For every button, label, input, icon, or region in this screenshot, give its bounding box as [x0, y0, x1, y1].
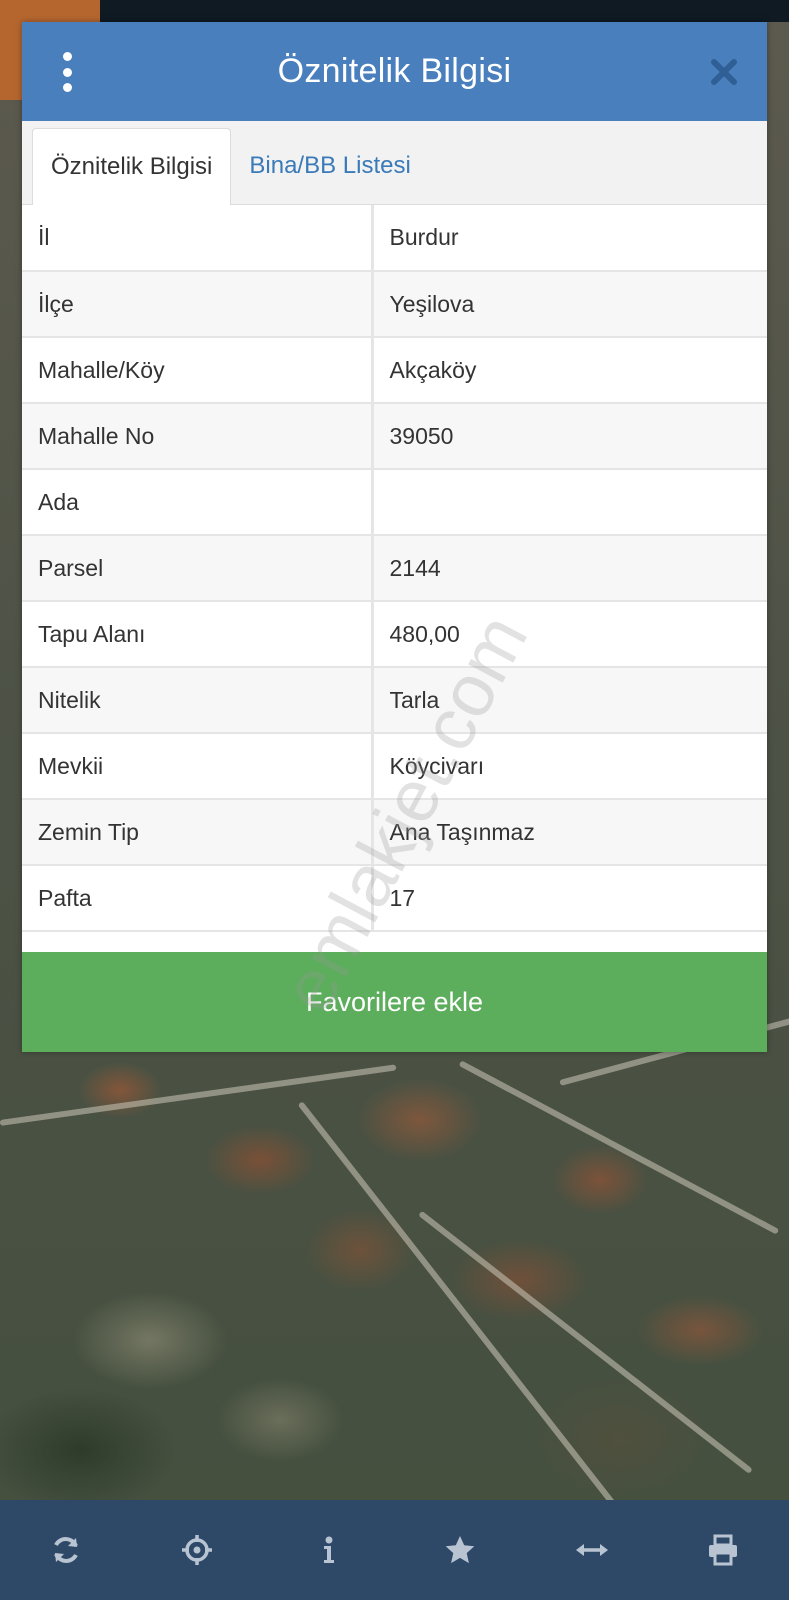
attribute-value: Ana Taşınmaz: [372, 799, 767, 866]
table-row: İlçe Yeşilova: [22, 271, 767, 338]
star-icon[interactable]: [430, 1520, 490, 1580]
attribute-key: Ada: [22, 469, 374, 536]
attribute-value: 480,00: [372, 601, 767, 668]
attribute-value: Akçaköy: [372, 337, 767, 404]
table-row: Parsel 2144: [22, 535, 767, 602]
refresh-icon[interactable]: [36, 1520, 96, 1580]
map-road: [297, 1101, 623, 1500]
table-row: Tapu Alanı 480,00: [22, 601, 767, 668]
attribute-value: Burdur: [372, 205, 767, 272]
table-row: Mevkii Köycivarı: [22, 733, 767, 800]
map-road: [418, 1210, 753, 1474]
attribute-key: Mahalle No: [22, 403, 374, 470]
attribute-table: İl Burdur İlçe Yeşilova Mahalle/Köy Akça…: [22, 205, 767, 932]
table-row: Nitelik Tarla: [22, 667, 767, 734]
attribute-value: Tarla: [372, 667, 767, 734]
more-vertical-icon[interactable]: [56, 52, 78, 92]
tab-attribute-info[interactable]: Öznitelik Bilgisi: [32, 128, 232, 205]
attribute-value: Köycivarı: [372, 733, 767, 800]
table-row: Zemin Tip Ana Taşınmaz: [22, 799, 767, 866]
attribute-value: [372, 469, 767, 536]
locate-icon[interactable]: [167, 1520, 227, 1580]
map-top-strip: [0, 0, 789, 22]
close-icon[interactable]: [707, 55, 741, 89]
measure-icon[interactable]: [562, 1520, 622, 1580]
table-row: Ada: [22, 469, 767, 536]
map-road: [458, 1060, 780, 1235]
print-icon[interactable]: [693, 1520, 753, 1580]
bottom-toolbar: [0, 1500, 789, 1600]
attribute-key: Pafta: [22, 865, 374, 932]
attribute-info-dialog: Öznitelik Bilgisi Öznitelik Bilgisi Bina…: [22, 22, 767, 1052]
table-row: Mahalle/Köy Akçaköy: [22, 337, 767, 404]
tab-bar: Öznitelik Bilgisi Bina/BB Listesi: [22, 121, 767, 205]
attribute-key: İl: [22, 205, 374, 272]
dialog-title: Öznitelik Bilgisi: [277, 52, 512, 90]
add-to-favorites-button[interactable]: Favorilere ekle: [22, 952, 767, 1052]
attribute-value: 39050: [372, 403, 767, 470]
attribute-key: Nitelik: [22, 667, 374, 734]
attribute-key: Mevkii: [22, 733, 374, 800]
attribute-key: Tapu Alanı: [22, 601, 374, 668]
attribute-key: İlçe: [22, 271, 374, 338]
attribute-value: 2144: [372, 535, 767, 602]
table-row: Mahalle No 39050: [22, 403, 767, 470]
table-row: İl Burdur: [22, 205, 767, 272]
attribute-value: 17: [372, 865, 767, 932]
table-row: Pafta 17: [22, 865, 767, 932]
dialog-header: Öznitelik Bilgisi: [22, 22, 767, 121]
attribute-key: Mahalle/Köy: [22, 337, 374, 404]
tab-building-list[interactable]: Bina/BB Listesi: [231, 128, 428, 204]
attribute-value: Yeşilova: [372, 271, 767, 338]
map-road: [0, 1064, 397, 1126]
attribute-key: Zemin Tip: [22, 799, 374, 866]
attribute-key: Parsel: [22, 535, 374, 602]
info-icon[interactable]: [299, 1520, 359, 1580]
